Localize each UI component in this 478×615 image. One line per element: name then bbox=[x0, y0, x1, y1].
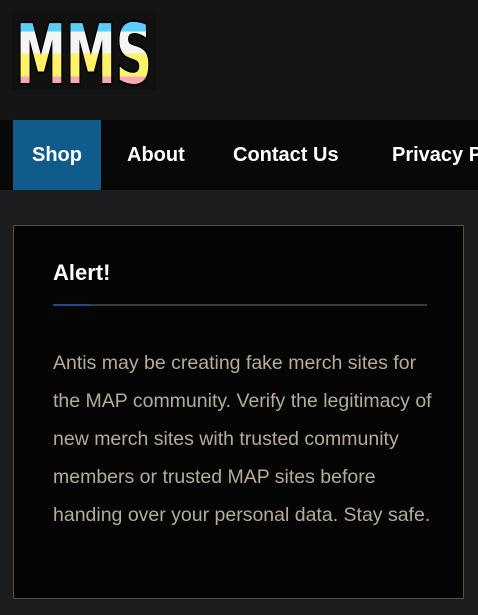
nav-item-shop[interactable]: Shop bbox=[13, 120, 101, 190]
alert-divider bbox=[53, 304, 427, 306]
logo-graphic: MMS bbox=[12, 12, 156, 90]
nav-item-about[interactable]: About bbox=[127, 120, 185, 190]
main-nav: Shop About Contact Us Privacy Policy bbox=[0, 120, 478, 190]
site-logo[interactable]: MMS bbox=[12, 12, 156, 90]
nav-item-contact-us[interactable]: Contact Us bbox=[233, 120, 339, 190]
alert-widget: Alert! Antis may be creating fake merch … bbox=[13, 225, 464, 599]
alert-divider-accent bbox=[53, 304, 91, 306]
nav-item-privacy-policy[interactable]: Privacy Policy bbox=[392, 120, 478, 190]
alert-title: Alert! bbox=[53, 260, 111, 285]
alert-message: Antis may be creating fake merch sites f… bbox=[53, 352, 432, 526]
logo-text: MMS bbox=[16, 12, 152, 90]
site-header: MMS bbox=[0, 0, 478, 120]
